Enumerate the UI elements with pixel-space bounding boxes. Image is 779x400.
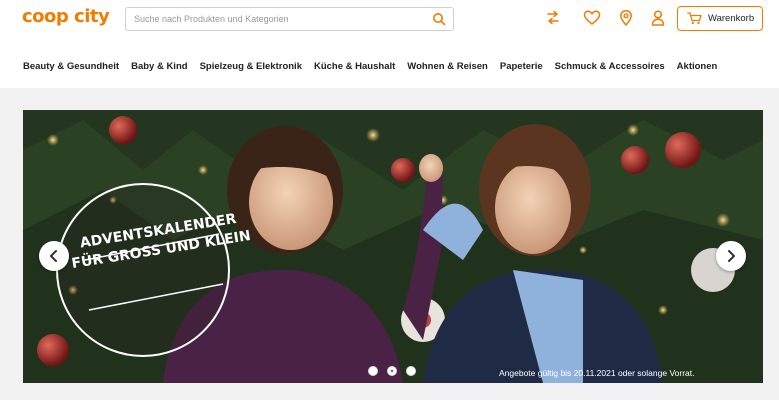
offer-validity-text: Angebote gültig bis 20.11.2021 oder sola…: [499, 368, 695, 378]
nav-item-toys[interactable]: Spielzeug & Elektronik: [200, 61, 302, 72]
nav-item-jewelry[interactable]: Schmuck & Accessoires: [555, 61, 665, 72]
carousel-next-button[interactable]: [716, 241, 746, 271]
cart-button[interactable]: Warenkorb: [677, 6, 763, 31]
nav-item-promotions[interactable]: Aktionen: [677, 61, 718, 72]
user-icon[interactable]: [649, 9, 667, 27]
chevron-left-icon: [50, 250, 57, 262]
logo[interactable]: coop city: [22, 6, 110, 27]
search-input[interactable]: [134, 11, 424, 27]
nav-item-living[interactable]: Wohnen & Reisen: [407, 61, 488, 72]
nav-item-baby[interactable]: Baby & Kind: [131, 61, 187, 72]
search-icon[interactable]: [432, 12, 446, 26]
carousel-dot-3[interactable]: [406, 366, 416, 376]
category-nav: Beauty & Gesundheit Baby & Kind Spielzeu…: [23, 61, 729, 72]
nav-item-kitchen[interactable]: Küche & Haushalt: [314, 61, 395, 72]
cart-label: Warenkorb: [708, 13, 755, 24]
swap-icon[interactable]: [544, 9, 562, 27]
header: coop city Warenkorb: [0, 0, 779, 88]
cart-icon: [687, 12, 702, 25]
carousel-dot-2[interactable]: [387, 366, 397, 376]
heart-icon[interactable]: [583, 9, 601, 27]
carousel-prev-button[interactable]: [39, 241, 69, 271]
search-bar[interactable]: [125, 7, 454, 31]
carousel-dots: [368, 366, 416, 376]
nav-item-stationery[interactable]: Papeterie: [500, 61, 543, 72]
chevron-right-icon: [728, 250, 735, 262]
location-pin-icon[interactable]: [617, 9, 635, 27]
nav-item-beauty[interactable]: Beauty & Gesundheit: [23, 61, 119, 72]
carousel-dot-1[interactable]: [368, 366, 378, 376]
